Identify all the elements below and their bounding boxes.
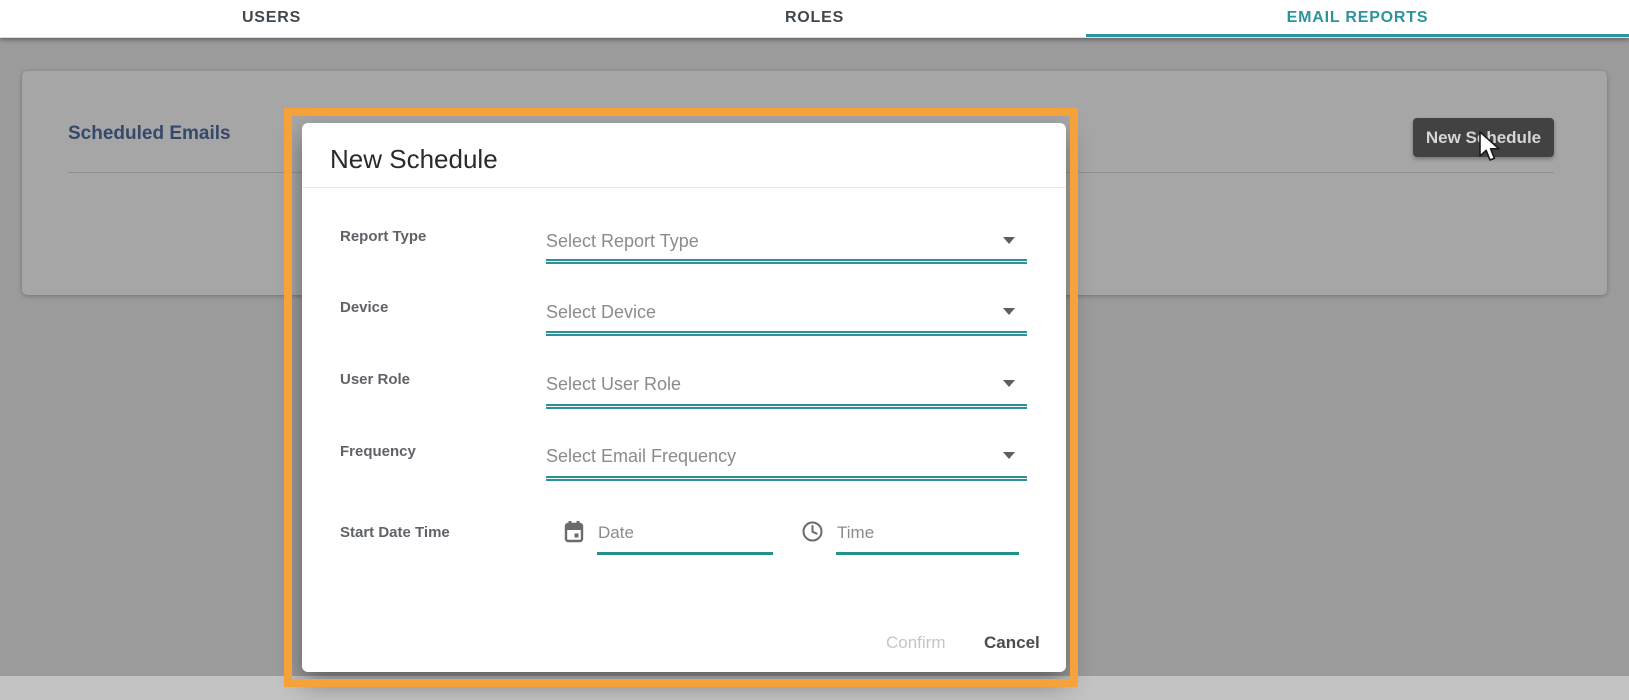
report-type-underline (546, 259, 1027, 264)
new-schedule-button[interactable]: New Schedule (1413, 118, 1554, 157)
date-underline (597, 552, 773, 555)
confirm-button[interactable]: Confirm (880, 629, 952, 657)
page-bottom-strip (0, 676, 1629, 700)
chevron-down-icon[interactable] (1003, 308, 1015, 315)
date-input[interactable]: Date (598, 522, 634, 544)
tab-users[interactable]: USERS (0, 0, 543, 38)
frequency-label: Frequency (340, 442, 416, 462)
report-type-select[interactable]: Select Report Type (546, 230, 699, 252)
frequency-underline (546, 476, 1027, 481)
chevron-down-icon[interactable] (1003, 237, 1015, 244)
active-tab-indicator (1086, 34, 1629, 37)
report-type-label: Report Type (340, 227, 426, 247)
frequency-select[interactable]: Select Email Frequency (546, 445, 736, 467)
tab-bar: USERS ROLES EMAIL REPORTS (0, 0, 1629, 38)
calendar-icon[interactable] (564, 521, 584, 548)
new-schedule-dialog: New Schedule Report Type Select Report T… (302, 123, 1066, 672)
dialog-header-divider (302, 187, 1066, 188)
chevron-down-icon[interactable] (1003, 380, 1015, 387)
dialog-title: New Schedule (330, 144, 498, 174)
user-role-underline (546, 404, 1027, 409)
device-label: Device (340, 298, 388, 318)
app-window: USERS ROLES EMAIL REPORTS Scheduled Emai… (0, 0, 1629, 700)
user-role-label: User Role (340, 370, 410, 390)
time-input[interactable]: Time (837, 522, 874, 544)
device-underline (546, 331, 1027, 336)
start-date-time-label: Start Date Time (340, 523, 450, 543)
section-title: Scheduled Emails (68, 123, 231, 145)
tab-roles[interactable]: ROLES (543, 0, 1086, 38)
clock-icon[interactable] (802, 521, 823, 547)
tab-email-reports[interactable]: EMAIL REPORTS (1086, 0, 1629, 38)
chevron-down-icon[interactable] (1003, 452, 1015, 459)
cancel-button[interactable]: Cancel (978, 629, 1046, 657)
time-underline (836, 552, 1019, 555)
device-select[interactable]: Select Device (546, 301, 656, 323)
user-role-select[interactable]: Select User Role (546, 373, 681, 395)
